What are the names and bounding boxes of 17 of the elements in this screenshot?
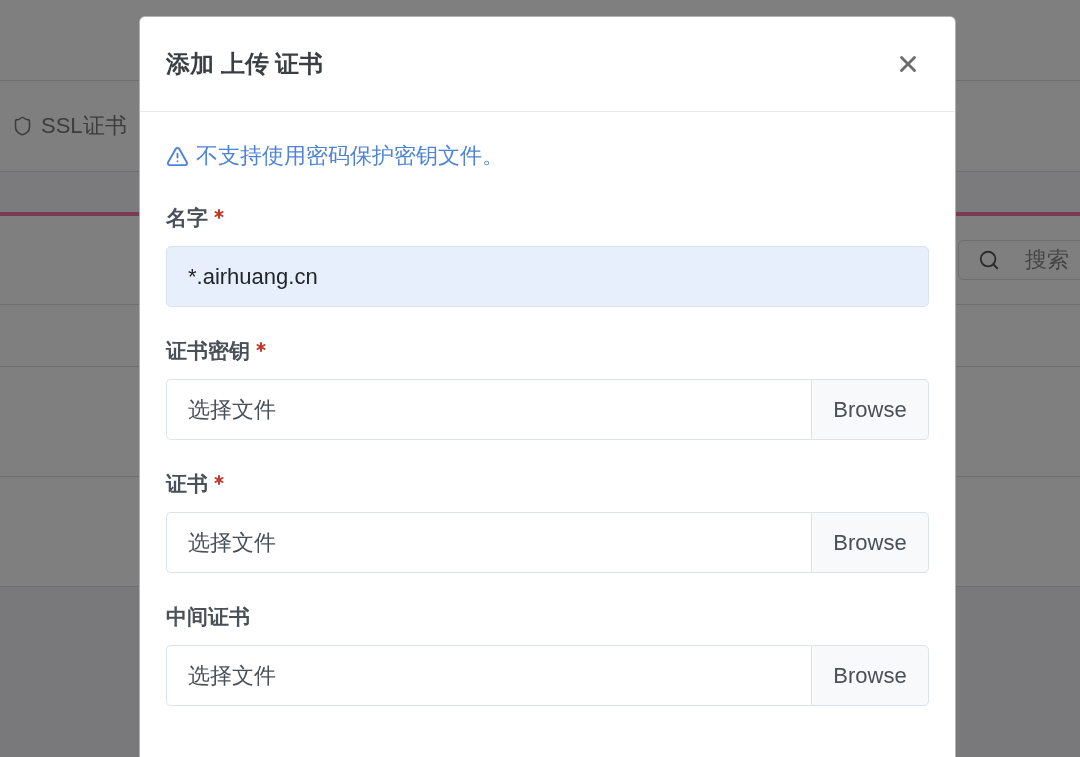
browse-button[interactable]: Browse [811, 512, 929, 573]
field-label: 中间证书 [166, 604, 250, 630]
browse-button[interactable]: Browse [811, 645, 929, 706]
dialog-title: 添加 上传 证书 [166, 49, 324, 79]
notice-text: 不支持使用密码保护密钥文件。 [196, 142, 504, 170]
warning-icon [166, 144, 189, 168]
file-input-field[interactable]: 选择文件 [166, 379, 811, 440]
search-field[interactable]: 搜索 [958, 240, 1080, 280]
browse-button[interactable]: Browse [811, 379, 929, 440]
search-icon [978, 249, 1000, 271]
file-input-field[interactable]: 选择文件 [166, 512, 811, 573]
field-label: 名字 [166, 205, 208, 231]
file-input-field[interactable]: 选择文件 [166, 645, 811, 706]
shield-icon [12, 115, 33, 137]
text-input-field[interactable]: *.airhuang.cn [166, 246, 929, 307]
field-label: 证书 [166, 471, 208, 497]
field-label: 证书密钥 [166, 338, 250, 364]
